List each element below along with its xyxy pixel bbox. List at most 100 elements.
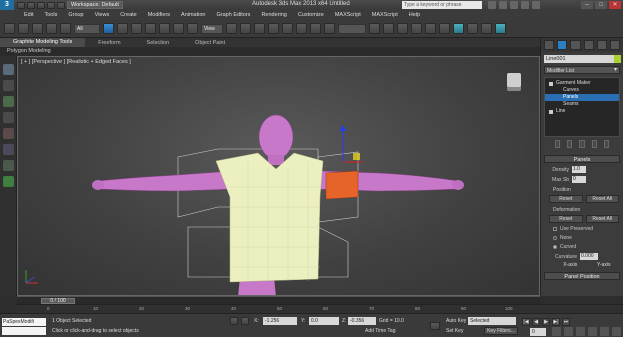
snaps-toggle-icon[interactable]: [268, 23, 279, 34]
rectangular-selection-icon[interactable]: [131, 23, 142, 34]
menu-tools[interactable]: Tools: [44, 12, 57, 18]
play-button[interactable]: ▶: [542, 318, 550, 326]
percent-snap-icon[interactable]: [296, 23, 307, 34]
curve-editor-icon[interactable]: [425, 23, 436, 34]
object-color-swatch[interactable]: [614, 55, 621, 63]
tab-object-paint[interactable]: Object Paint: [182, 40, 238, 46]
unlink-icon[interactable]: [46, 23, 57, 34]
redo-icon[interactable]: [57, 1, 65, 9]
menu-views[interactable]: Views: [95, 12, 110, 18]
menu-rendering[interactable]: Rendering: [261, 12, 286, 18]
key-filters-button[interactable]: Key Filters...: [484, 327, 518, 335]
add-time-tag-button[interactable]: Add Time Tag: [365, 328, 395, 334]
orbit-icon[interactable]: [600, 327, 609, 336]
track-bar[interactable]: 0 10 20 30 40 50 60 70 80 90 100: [17, 304, 623, 313]
show-end-result-icon[interactable]: [567, 140, 573, 148]
select-move-icon[interactable]: [159, 23, 170, 34]
reference-coordinate-dropdown[interactable]: View: [201, 23, 223, 34]
select-by-name-icon[interactable]: [117, 23, 128, 34]
modifier-list-dropdown[interactable]: Modifier List: [544, 66, 620, 74]
key-selection-dropdown[interactable]: Selected: [468, 317, 516, 325]
utilities-tab-icon[interactable]: [609, 40, 621, 50]
mirror-icon[interactable]: [369, 23, 380, 34]
maxsb-input[interactable]: 0: [572, 176, 586, 183]
maxscript-output[interactable]: [2, 327, 46, 335]
stack-item-garment-maker[interactable]: Garment Maker: [545, 80, 619, 87]
set-key-button[interactable]: Set Key: [446, 328, 464, 334]
select-rotate-icon[interactable]: [173, 23, 184, 34]
menu-graph-editors[interactable]: Graph Editors: [217, 12, 251, 18]
deformation-reset-button[interactable]: Reset: [549, 215, 583, 223]
favorites-icon[interactable]: [521, 1, 529, 9]
select-object-icon[interactable]: [103, 23, 114, 34]
menu-group[interactable]: Group: [68, 12, 83, 18]
motion-icon[interactable]: [3, 128, 14, 139]
display-icon[interactable]: [3, 144, 14, 155]
maxscript-listener[interactable]: PaSpexModifi: [2, 318, 46, 326]
tab-freeform[interactable]: Freeform: [85, 40, 133, 46]
previous-frame-button[interactable]: ◀: [532, 318, 540, 326]
render-setup-icon[interactable]: [467, 23, 478, 34]
menu-physx[interactable]: MAXScript: [335, 12, 361, 18]
tab-selection[interactable]: Selection: [134, 40, 183, 46]
named-selection-sets-dropdown[interactable]: [338, 23, 366, 34]
light-bulb-icon[interactable]: [549, 81, 553, 86]
menu-customize[interactable]: Customize: [298, 12, 324, 18]
search-input[interactable]: Type a keyword or phrase: [402, 1, 482, 9]
y-axis-radio[interactable]: Y-axis: [589, 262, 620, 270]
stack-item-curves[interactable]: Curves: [545, 87, 619, 94]
density-input[interactable]: 1.0: [572, 166, 586, 173]
hierarchy-tab-icon[interactable]: [570, 40, 581, 50]
perspective-viewport[interactable]: [ + ] [Perspective ] [Realistic + Edged …: [17, 56, 540, 296]
configure-sets-icon[interactable]: [603, 140, 610, 148]
object-name-field[interactable]: Line001: [544, 55, 621, 63]
auto-key-button[interactable]: Auto Key: [446, 318, 466, 324]
pan-icon[interactable]: [588, 327, 597, 336]
deformation-reset-all-button[interactable]: Reset All: [585, 215, 619, 223]
create-tab-icon[interactable]: [544, 40, 555, 50]
undo-icon[interactable]: [47, 1, 55, 9]
goto-start-button[interactable]: |◀: [522, 318, 530, 326]
schematic-view-icon[interactable]: [439, 23, 450, 34]
layer-manager-icon[interactable]: [397, 23, 408, 34]
curved-radio[interactable]: Curved: [553, 244, 623, 250]
angle-snap-icon[interactable]: [282, 23, 293, 34]
current-frame-field[interactable]: 0: [530, 328, 546, 336]
time-slider[interactable]: 0 / 100: [17, 296, 540, 304]
app-logo[interactable]: 3: [0, 0, 14, 10]
subscription-icon[interactable]: [499, 1, 507, 9]
pin-stack-icon[interactable]: [555, 140, 561, 148]
named-selection-icon[interactable]: [324, 23, 335, 34]
position-reset-button[interactable]: Reset: [549, 195, 583, 203]
layer-icon[interactable]: [3, 176, 14, 187]
x-coordinate-field[interactable]: -1.256: [263, 317, 297, 325]
keyboard-shortcut-icon[interactable]: [254, 23, 265, 34]
scene-explorer-icon[interactable]: [3, 64, 14, 75]
selection-filter-dropdown[interactable]: All: [74, 23, 100, 34]
redo-icon[interactable]: [18, 23, 29, 34]
menu-create[interactable]: Create: [120, 12, 137, 18]
key-icon[interactable]: [430, 322, 440, 330]
isolate-icon[interactable]: [3, 80, 14, 91]
graphite-toggle-icon[interactable]: [411, 23, 422, 34]
panel-position-rollout-header[interactable]: Panel Position: [544, 272, 620, 280]
absolute-mode-icon[interactable]: [241, 317, 249, 325]
workspace-dropdown[interactable]: Workspace: Default: [67, 1, 123, 9]
save-file-icon[interactable]: [37, 1, 45, 9]
rendered-frame-icon[interactable]: [481, 23, 492, 34]
communication-icon[interactable]: [510, 1, 518, 9]
container-icon[interactable]: [3, 96, 14, 107]
minimize-button[interactable]: –: [581, 1, 593, 9]
menu-animation[interactable]: Animation: [181, 12, 205, 18]
x-axis-radio[interactable]: X-axis: [555, 262, 586, 270]
open-file-icon[interactable]: [27, 1, 35, 9]
ribbon-panel-polygon-modeling[interactable]: Polygon Modeling: [0, 47, 540, 56]
z-coordinate-field[interactable]: -0.356: [348, 317, 376, 325]
maximize-button[interactable]: □: [595, 1, 607, 9]
motion-tab-icon[interactable]: [583, 40, 594, 50]
undo-icon[interactable]: [4, 23, 15, 34]
menu-help[interactable]: Help: [409, 12, 420, 18]
menu-edit[interactable]: Edit: [24, 12, 33, 18]
zoom-icon[interactable]: [552, 327, 561, 336]
help-icon[interactable]: [532, 1, 540, 9]
